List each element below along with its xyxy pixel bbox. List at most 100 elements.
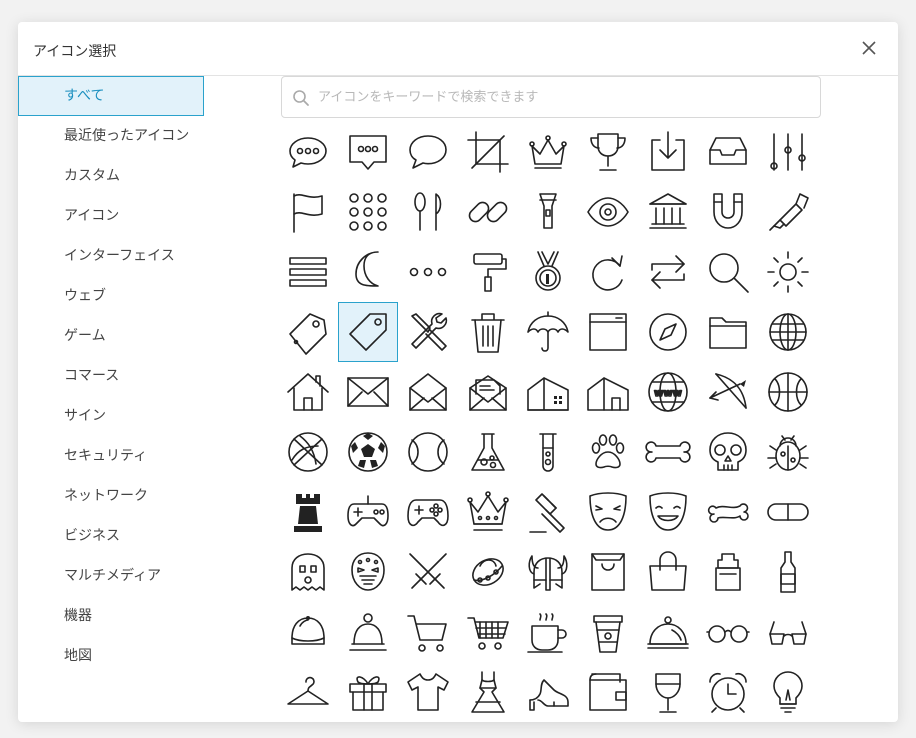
category-item[interactable]: すべて	[18, 76, 204, 116]
icon-cell[interactable]	[278, 302, 338, 362]
icon-cell[interactable]	[698, 122, 758, 182]
icon-cell[interactable]	[518, 662, 578, 722]
icon-cell[interactable]	[458, 482, 518, 542]
icon-cell[interactable]	[278, 362, 338, 422]
icon-cell[interactable]	[398, 182, 458, 242]
icon-cell[interactable]	[518, 482, 578, 542]
category-item[interactable]: マルチメディア	[18, 556, 204, 596]
category-item[interactable]: ウェブ	[18, 276, 204, 316]
category-item[interactable]: コマース	[18, 356, 204, 396]
icon-cell[interactable]	[578, 302, 638, 362]
icon-cell[interactable]	[458, 602, 518, 662]
icon-cell[interactable]	[698, 542, 758, 602]
icon-cell[interactable]	[758, 422, 818, 482]
icon-search-input[interactable]	[318, 77, 814, 117]
icon-cell[interactable]	[758, 302, 818, 362]
icon-cell[interactable]	[758, 362, 818, 422]
category-item[interactable]: インターフェイス	[18, 236, 204, 276]
icon-cell[interactable]	[338, 362, 398, 422]
icon-cell[interactable]	[698, 422, 758, 482]
icon-cell[interactable]	[638, 602, 698, 662]
icon-cell[interactable]	[398, 482, 458, 542]
icon-cell[interactable]	[578, 122, 638, 182]
icon-cell[interactable]	[578, 422, 638, 482]
icon-cell[interactable]	[638, 122, 698, 182]
icon-cell[interactable]	[338, 482, 398, 542]
category-item[interactable]: ビジネス	[18, 516, 204, 556]
icon-cell[interactable]	[458, 542, 518, 602]
icon-cell[interactable]	[758, 662, 818, 722]
icon-cell[interactable]	[338, 302, 398, 362]
category-item[interactable]: カスタム	[18, 156, 204, 196]
category-item[interactable]: アイコン	[18, 196, 204, 236]
icon-cell[interactable]	[398, 242, 458, 302]
icon-cell[interactable]	[338, 422, 398, 482]
icon-cell[interactable]	[458, 242, 518, 302]
icon-cell[interactable]	[758, 182, 818, 242]
icon-cell[interactable]	[758, 602, 818, 662]
category-item[interactable]: 最近使ったアイコン	[18, 116, 204, 156]
icon-cell[interactable]	[578, 182, 638, 242]
icon-cell[interactable]	[638, 482, 698, 542]
category-item[interactable]: サイン	[18, 396, 204, 436]
icon-cell[interactable]	[638, 302, 698, 362]
icon-cell[interactable]	[338, 122, 398, 182]
icon-cell[interactable]	[578, 662, 638, 722]
icon-cell[interactable]	[458, 422, 518, 482]
icon-cell[interactable]	[458, 362, 518, 422]
icon-cell[interactable]	[758, 122, 818, 182]
icon-cell[interactable]	[398, 302, 458, 362]
icon-cell[interactable]	[638, 542, 698, 602]
icon-cell[interactable]	[458, 122, 518, 182]
icon-cell[interactable]	[758, 242, 818, 302]
icon-cell[interactable]	[698, 302, 758, 362]
icon-cell[interactable]: www	[638, 362, 698, 422]
icon-cell[interactable]	[518, 602, 578, 662]
icon-cell[interactable]	[578, 542, 638, 602]
icon-cell[interactable]	[278, 242, 338, 302]
icon-cell[interactable]	[758, 482, 818, 542]
category-item[interactable]: セキュリティ	[18, 436, 204, 476]
icon-cell[interactable]	[458, 662, 518, 722]
icon-cell[interactable]	[458, 182, 518, 242]
icon-cell[interactable]	[518, 242, 578, 302]
icon-cell[interactable]	[698, 362, 758, 422]
icon-cell[interactable]	[338, 182, 398, 242]
icon-cell[interactable]	[398, 122, 458, 182]
icon-cell[interactable]	[578, 482, 638, 542]
icon-cell[interactable]	[278, 122, 338, 182]
icon-cell[interactable]	[518, 182, 578, 242]
category-item[interactable]: ゲーム	[18, 316, 204, 356]
icon-cell[interactable]	[398, 542, 458, 602]
icon-cell[interactable]	[638, 662, 698, 722]
icon-cell[interactable]	[398, 602, 458, 662]
icon-cell[interactable]	[278, 182, 338, 242]
icon-cell[interactable]	[338, 242, 398, 302]
icon-cell[interactable]	[338, 542, 398, 602]
icon-cell[interactable]	[638, 182, 698, 242]
icon-cell[interactable]	[278, 662, 338, 722]
icon-cell[interactable]	[338, 662, 398, 722]
icon-cell[interactable]	[578, 362, 638, 422]
icon-cell[interactable]	[698, 602, 758, 662]
icon-cell[interactable]	[278, 482, 338, 542]
icon-cell[interactable]	[758, 542, 818, 602]
icon-cell[interactable]	[698, 182, 758, 242]
icon-cell[interactable]	[458, 302, 518, 362]
icon-cell[interactable]	[638, 422, 698, 482]
icon-cell[interactable]	[518, 422, 578, 482]
icon-cell[interactable]	[398, 422, 458, 482]
icon-cell[interactable]	[698, 482, 758, 542]
icon-cell[interactable]	[698, 662, 758, 722]
icon-cell[interactable]	[638, 242, 698, 302]
category-item[interactable]: ネットワーク	[18, 476, 204, 516]
icon-cell[interactable]	[278, 602, 338, 662]
icon-cell[interactable]	[278, 542, 338, 602]
icon-cell[interactable]	[338, 602, 398, 662]
icon-cell[interactable]	[398, 362, 458, 422]
icon-cell[interactable]	[518, 542, 578, 602]
icon-cell[interactable]	[578, 602, 638, 662]
icon-cell[interactable]	[278, 422, 338, 482]
icon-cell[interactable]	[518, 302, 578, 362]
category-item[interactable]: 機器	[18, 596, 204, 636]
